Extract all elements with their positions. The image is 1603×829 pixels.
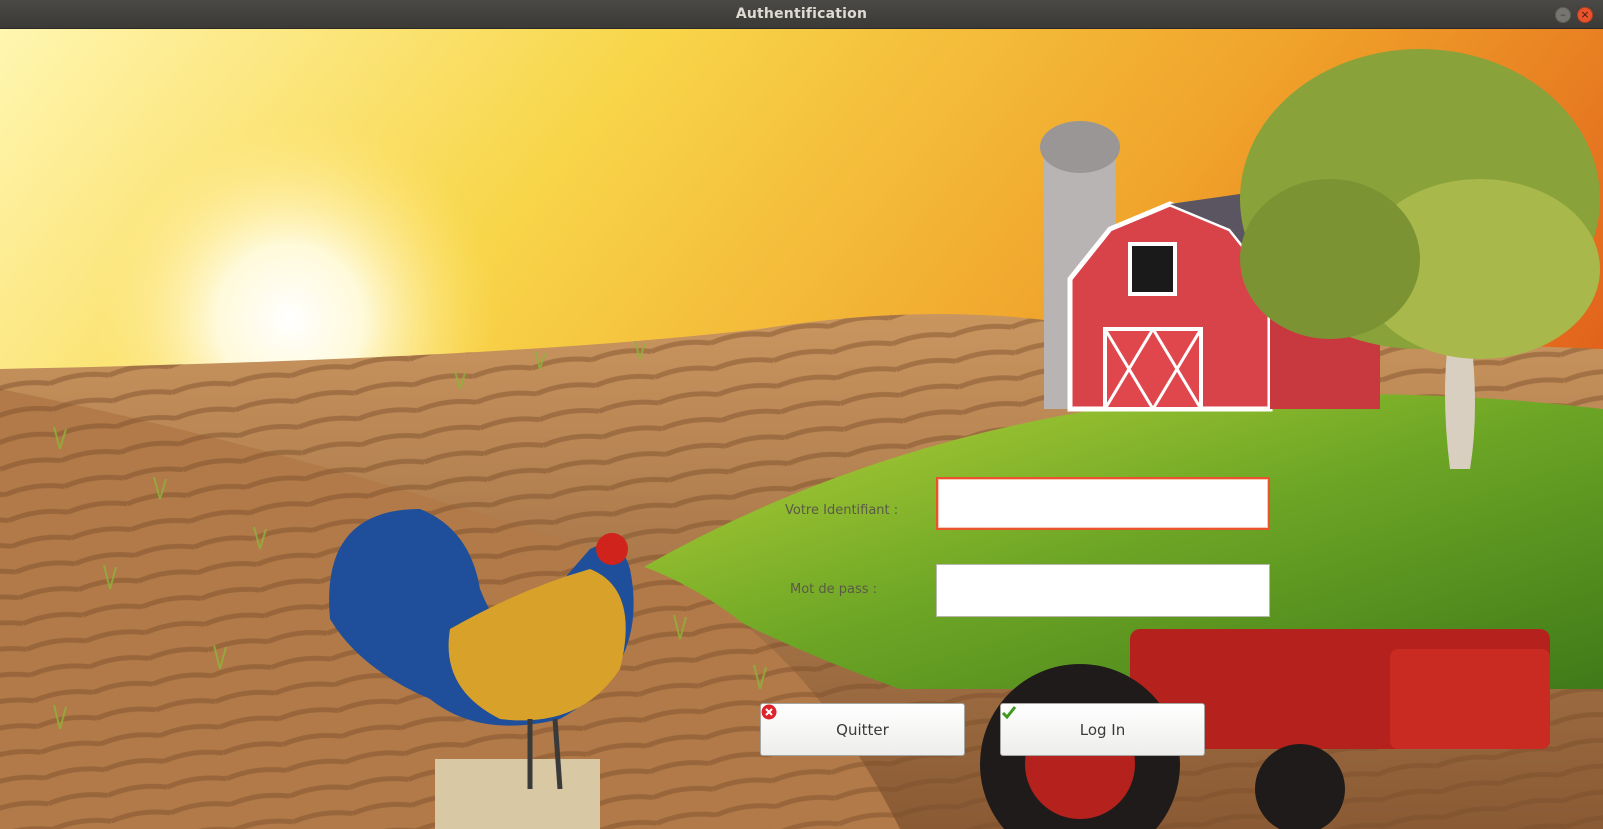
login-label: Log In — [1079, 720, 1126, 739]
quit-label: Quitter — [836, 720, 889, 739]
quit-button[interactable]: Quitter — [760, 703, 965, 756]
identifiant-input[interactable] — [936, 477, 1270, 530]
minimize-button[interactable]: – — [1555, 7, 1571, 23]
cancel-icon — [761, 704, 777, 720]
authentication-window: Authentification – × Votre Identifiant:… — [0, 0, 1603, 829]
close-button[interactable]: × — [1577, 7, 1593, 23]
password-input[interactable] — [936, 564, 1270, 617]
check-icon — [1001, 706, 1017, 720]
login-button[interactable]: Log In — [1000, 703, 1205, 756]
title-bar[interactable]: Authentification – × — [0, 0, 1603, 29]
password-label: Mot de pass : — [790, 582, 878, 597]
farm-background: Votre Identifiant : Mot de pass : Quitte… — [0, 29, 1603, 829]
window-title: Authentification — [735, 6, 868, 22]
identifiant-label: Votre Identifiant : — [785, 503, 899, 518]
